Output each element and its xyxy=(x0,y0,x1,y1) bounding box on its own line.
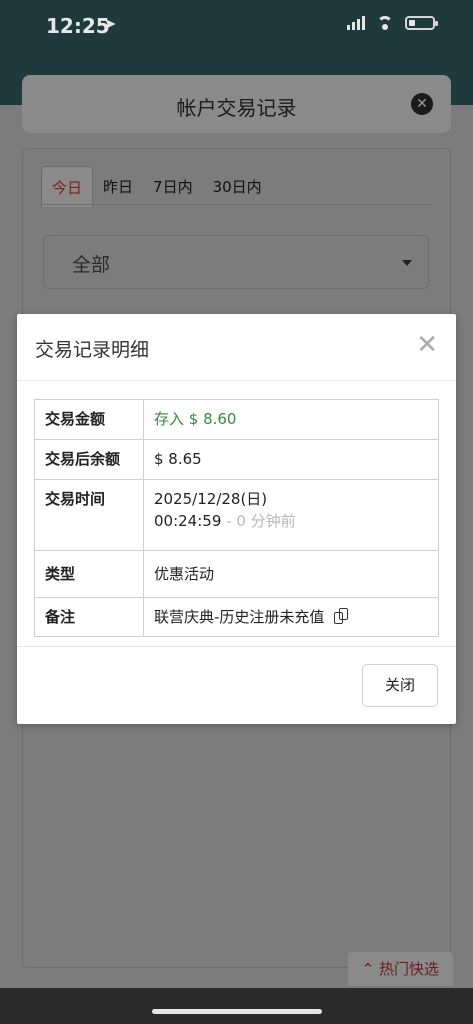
home-indicator[interactable] xyxy=(152,1009,322,1014)
chevron-up-icon: ⌃ xyxy=(361,960,375,978)
tab-today[interactable]: 今日 xyxy=(41,166,94,207)
hot-quick-select-label: 热门快选 xyxy=(378,960,439,978)
chevron-down-icon xyxy=(402,260,412,266)
battery-icon xyxy=(405,16,438,30)
detail-table: 交易金额 存入 $ 8.60 交易后余额 $ 8.65 交易时间 2025/12… xyxy=(34,399,439,637)
table-row: 备注 联营庆典-历史注册未充值 xyxy=(34,597,439,637)
time-clock: 00:24:59 xyxy=(154,512,222,530)
bottom-bar xyxy=(0,988,473,1024)
page-header: 帐户交易记录 ✕ xyxy=(22,75,451,133)
table-row: 交易时间 2025/12/28(日) 00:24:59 - 0 分钟前 xyxy=(34,479,439,551)
hot-quick-select-button[interactable]: ⌃ 热门快选 xyxy=(347,952,453,986)
note-value-cell: 联营庆典-历史注册未充值 xyxy=(143,597,439,637)
close-icon[interactable]: ✕ xyxy=(411,93,433,115)
time-label: 交易时间 xyxy=(34,479,144,551)
tab-yesterday[interactable]: 昨日 xyxy=(93,166,143,207)
status-icons xyxy=(347,16,438,30)
amount-value: 存入 $ 8.60 xyxy=(143,399,439,440)
table-row: 交易后余额 $ 8.65 xyxy=(34,439,439,480)
table-row: 类型 优惠活动 xyxy=(34,550,439,598)
type-filter-value: 全部 xyxy=(72,254,111,276)
modal-title: 交易记录明细 xyxy=(35,339,150,361)
note-label: 备注 xyxy=(34,597,144,637)
tab-divider xyxy=(41,204,432,205)
type-filter-select[interactable]: 全部 xyxy=(43,235,429,289)
time-clock-line: 00:24:59 - 0 分钟前 xyxy=(154,510,428,532)
tab-7-days[interactable]: 7日内 xyxy=(143,166,203,207)
type-label: 类型 xyxy=(34,550,144,598)
table-row: 交易金额 存入 $ 8.60 xyxy=(34,399,439,440)
copy-icon[interactable] xyxy=(334,607,350,624)
transaction-detail-modal: 交易记录明细 ✕ 交易金额 存入 $ 8.60 交易后余额 $ 8.65 交易时… xyxy=(17,314,456,724)
balance-value: $ 8.65 xyxy=(143,439,439,480)
page-title: 帐户交易记录 xyxy=(176,96,297,120)
wifi-icon xyxy=(375,16,395,30)
tab-30-days[interactable]: 30日内 xyxy=(203,166,272,207)
time-date: 2025/12/28(日) xyxy=(154,490,268,508)
time-value: 2025/12/28(日) 00:24:59 - 0 分钟前 xyxy=(143,479,439,551)
note-value: 联营庆典-历史注册未充值 xyxy=(154,608,325,626)
status-time: 12:25 xyxy=(46,14,110,38)
location-arrow-icon: ➤ xyxy=(103,14,117,33)
type-value: 优惠活动 xyxy=(143,550,439,598)
signal-icon xyxy=(347,16,365,30)
close-button[interactable]: 关闭 xyxy=(362,664,438,707)
modal-header: 交易记录明细 ✕ xyxy=(17,314,456,381)
modal-footer-divider xyxy=(17,646,456,647)
close-icon[interactable]: ✕ xyxy=(416,332,438,358)
status-bar: 12:25 ➤ xyxy=(0,0,473,50)
time-ago: - 0 分钟前 xyxy=(221,512,296,530)
date-tabs: 今日 昨日 7日内 30日内 xyxy=(41,166,272,207)
balance-label: 交易后余额 xyxy=(34,439,144,480)
amount-label: 交易金额 xyxy=(34,399,144,440)
